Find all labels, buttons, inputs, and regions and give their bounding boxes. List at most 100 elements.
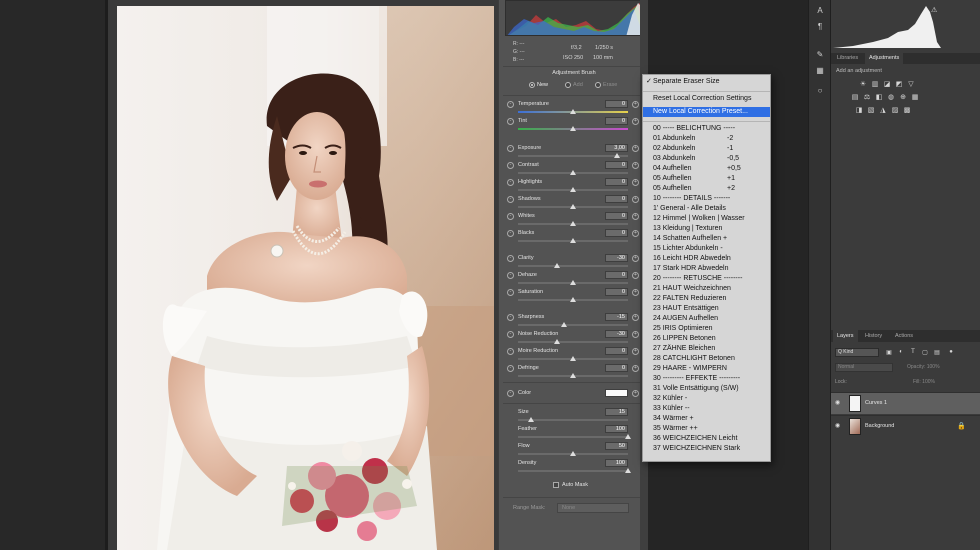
menu-item[interactable]: 36 WEICHZEICHEN Leicht bbox=[643, 434, 770, 444]
plus-icon[interactable]: + bbox=[632, 331, 639, 338]
slider-thumb[interactable] bbox=[553, 263, 560, 268]
slider-track[interactable] bbox=[518, 324, 628, 326]
menu-item[interactable]: 14 Schatten Aufhellen + bbox=[643, 234, 770, 244]
color-reset-icon[interactable]: - bbox=[507, 390, 514, 397]
blend-mode-select[interactable]: Normal bbox=[835, 363, 893, 372]
brush-track[interactable] bbox=[518, 470, 628, 472]
threshold-icon[interactable]: ◮ bbox=[879, 106, 887, 114]
slider-value-field[interactable]: 0 bbox=[605, 212, 628, 220]
layer-kind-filter[interactable]: Q Kind bbox=[835, 348, 879, 357]
tab-layers[interactable]: Layers bbox=[833, 330, 858, 342]
exposure-icon[interactable]: ◩ bbox=[895, 80, 903, 88]
slider-thumb[interactable] bbox=[570, 109, 576, 114]
menu-item[interactable]: ✓ Separate Eraser Size bbox=[643, 77, 770, 87]
color-lookup-icon[interactable]: ▦ bbox=[911, 93, 919, 101]
menu-item[interactable]: 00 ----- BELICHTUNG ----- bbox=[643, 124, 770, 134]
menu-item[interactable]: 15 Lichter Abdunkeln - bbox=[643, 244, 770, 254]
type-icon[interactable]: A bbox=[815, 6, 825, 16]
slider-value-field[interactable]: 0 bbox=[605, 229, 628, 237]
tab-actions[interactable]: Actions bbox=[891, 330, 917, 342]
slider-track[interactable] bbox=[518, 155, 628, 157]
mode-add-radio[interactable] bbox=[565, 82, 571, 88]
menu-item[interactable]: 16 Leicht HDR Abwedeln bbox=[643, 254, 770, 264]
minus-icon[interactable]: - bbox=[507, 272, 514, 279]
menu-item[interactable]: 33 Kühler -- bbox=[643, 404, 770, 414]
slider-value-field[interactable]: -30 bbox=[605, 254, 628, 262]
menu-item[interactable]: 21 HAUT Weichzeichnen bbox=[643, 284, 770, 294]
brush-track[interactable] bbox=[518, 419, 628, 421]
brush-icon[interactable]: ✎ bbox=[815, 50, 825, 60]
slider-value-field[interactable]: 0 bbox=[605, 288, 628, 296]
properties-icon[interactable]: ○ bbox=[815, 86, 825, 96]
layer-row[interactable]: ◉ Curves 1 bbox=[831, 392, 980, 414]
menu-item[interactable]: 23 HAUT Entsättigen bbox=[643, 304, 770, 314]
brush-thumb[interactable] bbox=[625, 434, 631, 439]
mode-new-radio[interactable] bbox=[529, 82, 535, 88]
selective-color-icon[interactable]: ▩ bbox=[903, 106, 911, 114]
slider-track[interactable] bbox=[518, 265, 628, 267]
slider-thumb[interactable] bbox=[553, 339, 560, 344]
brush-value-field[interactable]: 100 bbox=[605, 425, 628, 433]
color-plus-icon[interactable]: + bbox=[632, 390, 639, 397]
menu-item[interactable]: 20 -------- RETUSCHE -------- bbox=[643, 274, 770, 284]
slider-track[interactable] bbox=[518, 341, 628, 343]
slider-thumb[interactable] bbox=[570, 126, 576, 131]
plus-icon[interactable]: + bbox=[632, 162, 639, 169]
mode-erase-radio[interactable] bbox=[595, 82, 601, 88]
slider-value-field[interactable]: 0 bbox=[605, 117, 628, 125]
color-balance-icon[interactable]: ⚖ bbox=[863, 93, 871, 101]
adjustment-filter-icon[interactable]: ◐ bbox=[897, 349, 905, 355]
swatches-icon[interactable]: ▦ bbox=[815, 66, 825, 76]
plus-icon[interactable]: + bbox=[632, 213, 639, 220]
menu-item[interactable]: 17 Stark HDR Abwedeln bbox=[643, 264, 770, 274]
menu-item[interactable]: New Local Correction Preset... bbox=[643, 107, 770, 117]
brightness-icon[interactable]: ☀ bbox=[859, 80, 867, 88]
slider-thumb[interactable] bbox=[570, 170, 576, 175]
menu-item[interactable]: 37 WEICHZEICHNEN Stark bbox=[643, 444, 770, 454]
channel-mixer-icon[interactable]: ⊕ bbox=[899, 93, 907, 101]
levels-icon[interactable]: ▥ bbox=[871, 80, 879, 88]
slider-value-field[interactable]: 0 bbox=[605, 178, 628, 186]
shape-filter-icon[interactable]: ▢ bbox=[921, 349, 929, 356]
menu-item[interactable]: 10 -------- DETAILS ------- bbox=[643, 194, 770, 204]
plus-icon[interactable]: + bbox=[632, 348, 639, 355]
menu-item[interactable]: 29 HAARE - WIMPERN bbox=[643, 364, 770, 374]
slider-thumb[interactable] bbox=[570, 356, 576, 361]
plus-icon[interactable]: + bbox=[632, 118, 639, 125]
paragraph-icon[interactable]: ¶ bbox=[815, 22, 825, 32]
menu-item[interactable]: 32 Kühler - bbox=[643, 394, 770, 404]
minus-icon[interactable]: - bbox=[507, 289, 514, 296]
minus-icon[interactable]: - bbox=[507, 348, 514, 355]
slider-value-field[interactable]: 0 bbox=[605, 195, 628, 203]
mode-add[interactable]: Add bbox=[565, 82, 583, 88]
minus-icon[interactable]: - bbox=[507, 196, 514, 203]
menu-item[interactable]: 31 Volle Entsättigung (S/W) bbox=[643, 384, 770, 394]
slider-value-field[interactable]: 0 bbox=[605, 271, 628, 279]
mode-new[interactable]: New bbox=[529, 82, 548, 88]
plus-icon[interactable]: + bbox=[632, 101, 639, 108]
eye-icon[interactable]: ◉ bbox=[835, 423, 843, 429]
menu-item[interactable]: 26 LIPPEN Betonen bbox=[643, 334, 770, 344]
menu-item[interactable]: 30 --------- EFFEKTE --------- bbox=[643, 374, 770, 384]
menu-item[interactable]: Reset Local Correction Settings bbox=[643, 94, 770, 104]
smart-filter-icon[interactable]: ▤ bbox=[933, 349, 941, 356]
curves-icon[interactable]: ◪ bbox=[883, 80, 891, 88]
bride-photo[interactable] bbox=[117, 6, 494, 550]
auto-mask-toggle[interactable]: Auto Mask bbox=[553, 482, 588, 488]
hue-saturation-icon[interactable]: ▤ bbox=[851, 93, 859, 101]
tab-history[interactable]: History bbox=[861, 330, 886, 342]
brush-thumb[interactable] bbox=[528, 417, 535, 422]
minus-icon[interactable]: - bbox=[507, 179, 514, 186]
auto-mask-checkbox[interactable] bbox=[553, 482, 559, 488]
opacity-field[interactable]: Opacity: 100% bbox=[907, 364, 940, 370]
slider-thumb[interactable] bbox=[614, 153, 620, 158]
photo-filter-icon[interactable]: ◍ bbox=[887, 93, 895, 101]
color-swatch[interactable] bbox=[605, 389, 628, 397]
filter-toggle-icon[interactable]: ● bbox=[947, 349, 955, 355]
posterize-icon[interactable]: ▧ bbox=[867, 106, 875, 114]
slider-thumb[interactable] bbox=[570, 238, 576, 243]
slider-thumb[interactable] bbox=[561, 322, 568, 327]
slider-value-field[interactable]: 0 bbox=[605, 347, 628, 355]
tab-libraries[interactable]: Libraries bbox=[833, 53, 862, 64]
layer-row[interactable]: ◉ Background 🔒 bbox=[831, 415, 980, 437]
